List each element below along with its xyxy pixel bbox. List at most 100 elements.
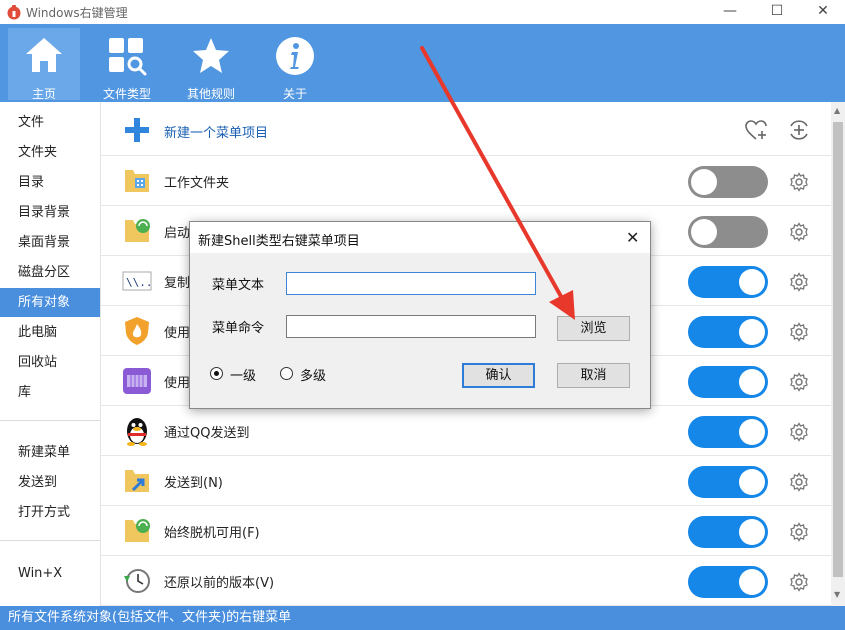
plus-icon — [125, 118, 149, 142]
toggle-knob — [691, 219, 717, 245]
maximize-button[interactable]: ☐ — [754, 0, 800, 24]
folder-sync-icon — [125, 519, 150, 542]
dialog-title: 新建Shell类型右键菜单项目 — [198, 234, 360, 249]
toggle-knob — [739, 419, 765, 445]
sidebar-item-directory[interactable]: 目录 — [0, 168, 100, 197]
list-item-label: 发送到(N) — [164, 476, 223, 491]
sidebar-item-open-with[interactable]: 打开方式 — [0, 498, 100, 527]
enable-toggle[interactable] — [688, 266, 768, 298]
multi-level-radio[interactable] — [280, 367, 293, 380]
browse-button[interactable]: 浏览 — [557, 316, 630, 341]
sidebar-item-folder[interactable]: 文件夹 — [0, 138, 100, 167]
menu-command-input[interactable] — [286, 315, 536, 338]
gear-icon[interactable] — [789, 222, 809, 242]
list-item: 工作文件夹 — [101, 156, 831, 206]
list-item-label: 始终脱机可用(F) — [164, 526, 260, 541]
console-icon: \\.. — [122, 271, 153, 291]
scroll-thumb[interactable] — [833, 122, 843, 577]
main-toolbar: 主页 文件类型 其他规则 关于 — [0, 24, 845, 102]
sidebar-item-file[interactable]: 文件 — [0, 108, 100, 137]
status-bar: 所有文件系统对象(包括文件、文件夹)的右键菜单 — [0, 606, 845, 630]
list-item-label: 还原以前的版本(V) — [164, 576, 275, 591]
sidebar-item-new-menu[interactable]: 新建菜单 — [0, 438, 100, 467]
toggle-knob — [739, 369, 765, 395]
sidebar-item-directory-background[interactable]: 目录背景 — [0, 198, 100, 227]
title-bar: Windows右键管理 — ☐ ✕ — [0, 0, 845, 24]
gear-icon[interactable] — [789, 322, 809, 342]
level-one-label[interactable]: 一级 — [230, 365, 256, 384]
info-icon — [276, 37, 314, 75]
sidebar-item-send-to[interactable]: 发送到 — [0, 468, 100, 497]
minimize-button[interactable]: — — [707, 0, 753, 24]
sidebar-item-all-objects[interactable]: 所有对象 — [0, 288, 100, 317]
close-button[interactable]: ✕ — [800, 0, 845, 24]
add-circle-icon[interactable] — [787, 118, 811, 142]
list-item-label: 通过QQ发送到 — [164, 426, 250, 441]
gear-icon[interactable] — [789, 472, 809, 492]
archive-icon — [123, 368, 151, 394]
cancel-button[interactable]: 取消 — [557, 363, 630, 388]
toolbar-about-button[interactable]: 关于 — [259, 28, 331, 101]
toolbar-home-button[interactable]: 主页 — [8, 28, 80, 101]
enable-toggle[interactable] — [688, 416, 768, 448]
sidebar-item-win-x[interactable]: Win+X — [0, 559, 100, 588]
list-item-label: 启动 — [164, 226, 191, 241]
window-title: Windows右键管理 — [26, 6, 128, 20]
gear-icon[interactable] — [789, 272, 809, 292]
heart-plus-icon[interactable] — [744, 118, 768, 142]
sidebar-item-recycle-bin[interactable]: 回收站 — [0, 348, 100, 377]
dialog-title-bar: 新建Shell类型右键菜单项目 ✕ — [190, 222, 650, 253]
gear-icon[interactable] — [789, 372, 809, 392]
toggle-knob — [691, 169, 717, 195]
list-item-label: 复制 — [164, 276, 191, 291]
gear-icon[interactable] — [789, 522, 809, 542]
enable-toggle[interactable] — [688, 466, 768, 498]
sidebar-item-desktop-background[interactable]: 桌面背景 — [0, 228, 100, 257]
file-type-icon — [109, 38, 147, 76]
multi-level-label[interactable]: 多级 — [300, 365, 326, 384]
new-menu-item-label[interactable]: 新建一个菜单项目 — [164, 122, 268, 141]
enable-toggle[interactable] — [688, 566, 768, 598]
level-one-radio[interactable] — [210, 367, 223, 380]
toolbar-home-label: 主页 — [31, 87, 56, 101]
sidebar-item-this-pc[interactable]: 此电脑 — [0, 318, 100, 347]
send-to-icon — [125, 470, 149, 492]
list-scrollbar[interactable]: ▲ ▼ — [831, 102, 845, 606]
enable-toggle[interactable] — [688, 316, 768, 348]
enable-toggle[interactable] — [688, 366, 768, 398]
menu-command-label: 菜单命令 — [212, 321, 265, 336]
dialog-close-button[interactable]: ✕ — [626, 228, 639, 247]
enable-toggle[interactable] — [688, 516, 768, 548]
list-item: 还原以前的版本(V) — [101, 556, 831, 606]
scroll-up-icon[interactable]: ▲ — [834, 106, 840, 115]
gear-icon[interactable] — [789, 422, 809, 442]
list-item-label: 使用 — [164, 376, 191, 391]
menu-text-input[interactable] — [286, 272, 536, 295]
list-item-label: 工作文件夹 — [164, 176, 230, 191]
menu-text-label: 菜单文本 — [212, 278, 265, 293]
toolbar-other-rules-button[interactable]: 其他规则 — [175, 28, 247, 101]
gear-icon[interactable] — [789, 572, 809, 592]
sidebar-divider — [0, 420, 100, 421]
enable-toggle[interactable] — [688, 216, 768, 248]
sidebar-divider — [0, 540, 100, 541]
gear-icon[interactable] — [789, 172, 809, 192]
enable-toggle[interactable] — [688, 166, 768, 198]
toggle-knob — [739, 469, 765, 495]
app-window: Windows右键管理 — ☐ ✕ 主页 文件类型 其他规则 关于 文件 文件夹… — [0, 0, 845, 630]
sidebar-item-library[interactable]: 库 — [0, 378, 100, 407]
qq-penguin-icon — [127, 418, 147, 446]
list-item-label: 使用 — [164, 326, 191, 341]
home-icon — [26, 38, 62, 72]
restore-clock-icon — [124, 569, 150, 593]
ok-button[interactable]: 确认 — [462, 363, 535, 388]
toolbar-file-types-button[interactable]: 文件类型 — [91, 28, 163, 101]
toolbar-other-rules-label: 其他规则 — [186, 87, 235, 101]
scroll-down-icon[interactable]: ▼ — [834, 590, 840, 599]
new-shell-item-dialog: 新建Shell类型右键菜单项目 ✕ 菜单文本 菜单命令 浏览 一级 多级 确认 … — [189, 221, 651, 409]
new-menu-item-row[interactable]: 新建一个菜单项目 — [101, 102, 831, 156]
app-logo-icon — [7, 5, 21, 20]
toggle-knob — [739, 569, 765, 595]
toggle-knob — [739, 519, 765, 545]
sidebar-item-disk-partition[interactable]: 磁盘分区 — [0, 258, 100, 287]
